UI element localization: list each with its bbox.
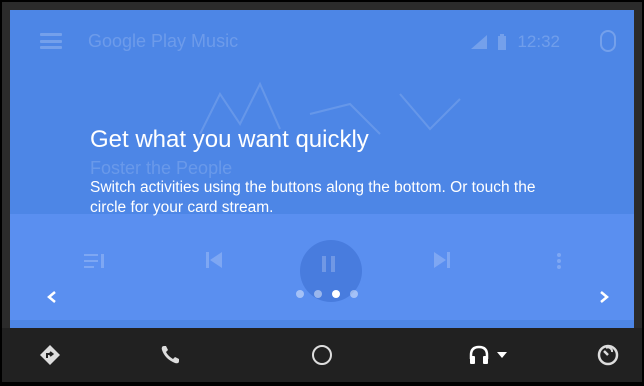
- headphones-icon: [469, 345, 489, 364]
- music-app: Google Play Music 12:32 Foster the Peopl…: [10, 10, 634, 328]
- music-button[interactable]: [458, 328, 518, 382]
- background-artist: Foster the People: [90, 158, 233, 178]
- status-bar: 12:32: [471, 32, 560, 52]
- pause-icon: [322, 256, 336, 277]
- more-options-icon: [556, 252, 562, 275]
- bottom-navigation-bar: [2, 328, 642, 382]
- navigation-button[interactable]: [30, 328, 70, 382]
- previous-page-button[interactable]: [40, 286, 64, 310]
- phone-button[interactable]: [150, 328, 190, 382]
- menu-icon: [40, 33, 62, 49]
- mic-icon: [600, 30, 616, 52]
- page-indicator: [296, 290, 358, 298]
- app-title: Google Play Music: [88, 30, 239, 51]
- page-dot-4: [350, 290, 358, 298]
- next-page-button[interactable]: [592, 286, 616, 310]
- page-dot-2: [314, 290, 322, 298]
- next-track-icon: [434, 252, 450, 273]
- directions-icon: [40, 345, 60, 365]
- chevron-down-icon: [497, 352, 507, 358]
- onboarding-body: Switch activities using the buttons alon…: [90, 179, 536, 216]
- onboarding-heading: Get what you want quickly: [90, 126, 369, 153]
- home-circle-icon: [312, 345, 332, 365]
- android-auto-screen: Google Play Music 12:32 Foster the Peopl…: [2, 2, 642, 382]
- exit-icon: [597, 344, 619, 366]
- battery-icon: [498, 34, 507, 50]
- status-time: 12:32: [517, 32, 560, 51]
- previous-track-icon: [206, 252, 222, 273]
- home-button[interactable]: [302, 328, 342, 382]
- exit-button[interactable]: [588, 328, 628, 382]
- page-dot-1: [296, 290, 304, 298]
- chevron-right-icon: [600, 291, 609, 303]
- page-dot-3-active: [332, 290, 340, 298]
- phone-icon: [161, 346, 179, 364]
- playback-controls: [10, 238, 634, 298]
- queue-icon: [84, 252, 108, 275]
- chevron-left-icon: [47, 291, 56, 303]
- signal-icon: [471, 35, 488, 49]
